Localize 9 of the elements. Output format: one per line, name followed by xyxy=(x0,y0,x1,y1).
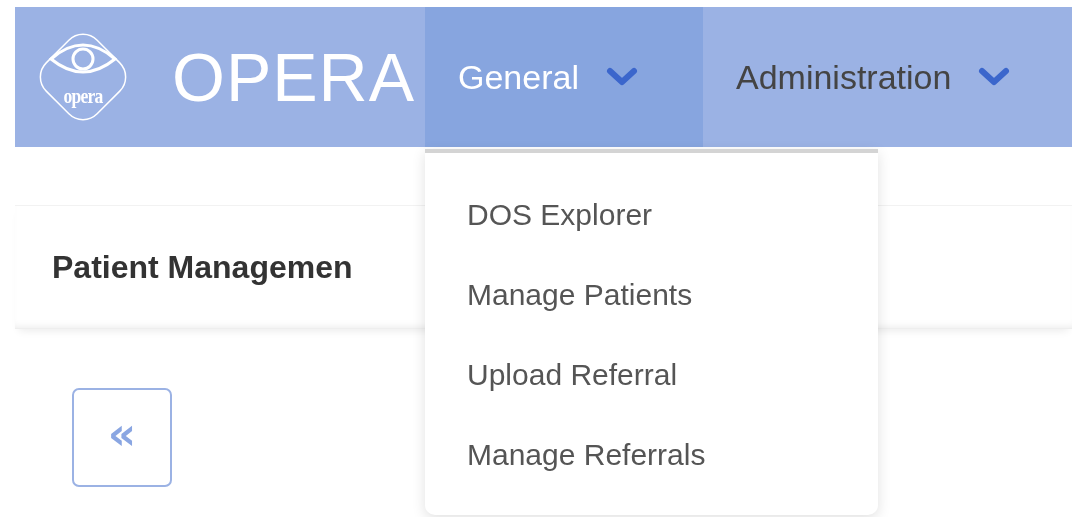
menu-item[interactable]: Manage Patients xyxy=(425,255,878,335)
menu-item[interactable]: Manage Referrals xyxy=(425,415,878,495)
panel-title: Patient Managemen xyxy=(52,248,353,286)
menu-item[interactable]: Upload Referral xyxy=(425,335,878,415)
nav-menu[interactable]: Administration xyxy=(703,7,1042,147)
chevron-icon xyxy=(604,66,639,88)
chevron-icon xyxy=(977,66,1012,88)
brand-name: OPERA xyxy=(172,38,417,116)
menu-item[interactable]: DOS Explorer xyxy=(425,175,878,255)
